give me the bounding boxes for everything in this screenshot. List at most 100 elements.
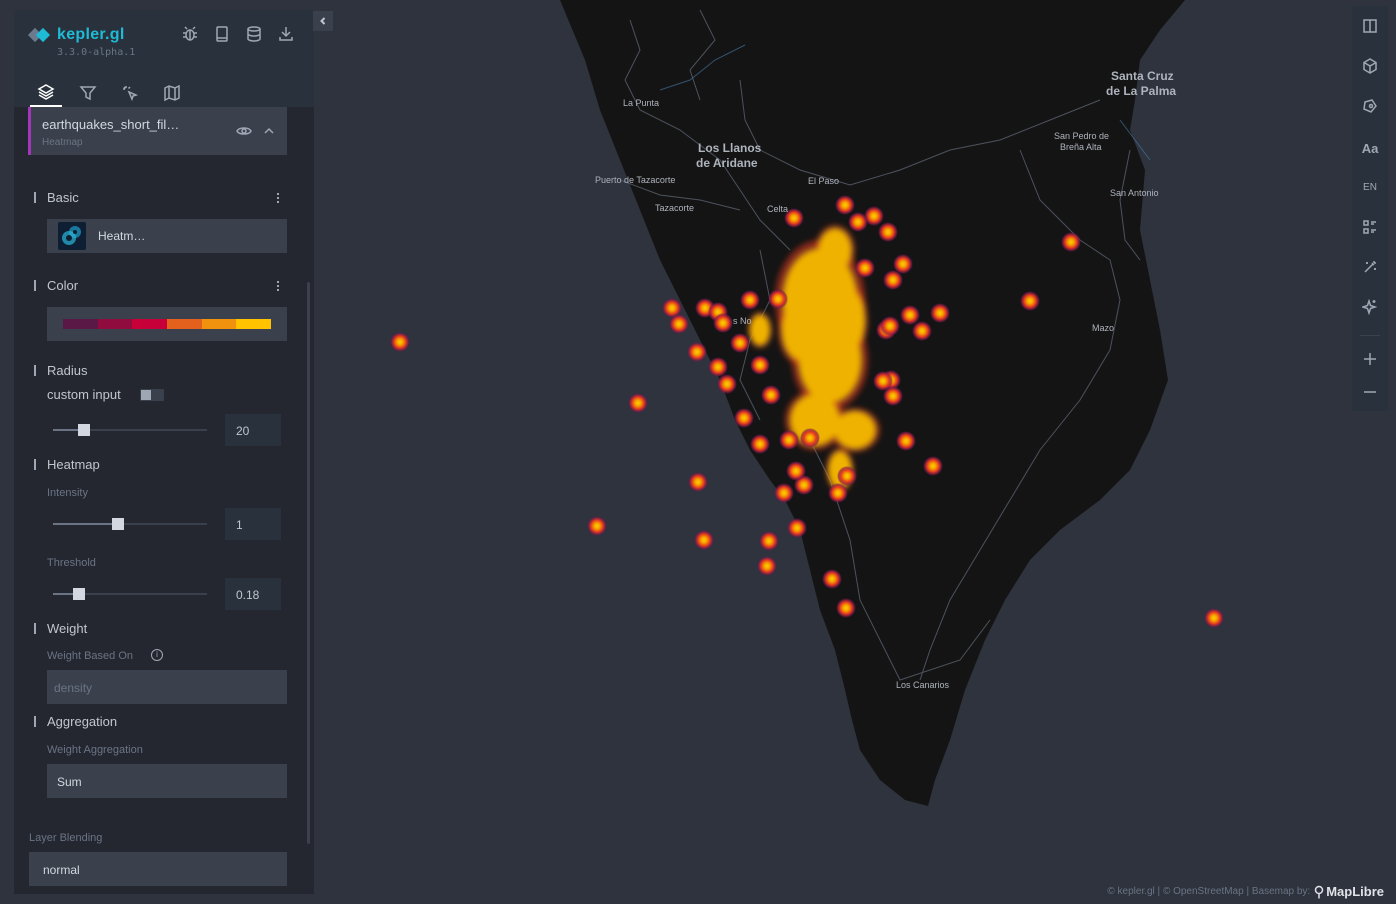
chevron-up-icon[interactable] xyxy=(262,124,276,138)
palette-swatch xyxy=(132,319,168,329)
heat-point xyxy=(880,316,900,336)
section-title-heatmap: Heatmap xyxy=(34,457,100,472)
collapse-sidebar-button[interactable] xyxy=(313,11,333,31)
export-icon[interactable] xyxy=(276,24,296,44)
heat-point xyxy=(883,386,903,406)
place-label-line: Santa Cruz xyxy=(1111,69,1174,83)
intensity-slider[interactable] xyxy=(53,517,207,531)
slider-handle[interactable] xyxy=(111,518,124,530)
app-logo: kepler.gl xyxy=(27,26,125,44)
chevron-left-icon xyxy=(320,17,326,25)
place-label: Mazo xyxy=(1092,323,1114,333)
slider-handle[interactable] xyxy=(73,588,86,600)
heat-point xyxy=(786,461,806,481)
place-label-line: San Pedro de xyxy=(1054,131,1109,141)
custom-input-toggle[interactable] xyxy=(140,389,164,401)
zoom-out-icon[interactable] xyxy=(1356,378,1384,406)
place-label: El Paso xyxy=(808,176,839,186)
heat-point xyxy=(837,466,857,486)
layer-legend-icon[interactable] xyxy=(1356,213,1384,241)
header-actions xyxy=(180,24,296,44)
heat-point xyxy=(896,431,916,451)
panel-header: kepler.gl 3.3.0-alpha.1 xyxy=(14,10,314,107)
weight-field-select[interactable]: density xyxy=(47,670,287,704)
layer-type-value: Heatm… xyxy=(98,229,146,243)
heat-point xyxy=(1020,291,1040,311)
maplibre-logo[interactable]: MapLibre xyxy=(1314,884,1384,899)
custom-input-label: custom input xyxy=(47,387,121,402)
more-options-icon[interactable] xyxy=(274,279,282,293)
place-label: Celta xyxy=(767,204,788,214)
heat-point xyxy=(708,357,728,377)
heat-point xyxy=(757,556,777,576)
heat-point xyxy=(750,355,770,375)
heat-point xyxy=(768,289,788,309)
heat-point xyxy=(390,332,410,352)
heat-point xyxy=(836,598,856,618)
heat-point xyxy=(835,195,855,215)
bug-report-icon[interactable] xyxy=(180,24,200,44)
heat-point xyxy=(912,321,932,341)
3d-view-icon[interactable] xyxy=(1356,52,1384,80)
zoom-in-icon[interactable] xyxy=(1356,345,1384,373)
basemap-tab[interactable] xyxy=(156,78,188,107)
place-label: La Punta xyxy=(623,98,659,108)
layer-blending-select[interactable]: normal xyxy=(29,852,287,886)
layer-name: earthquakes_short_fil… xyxy=(42,117,180,132)
palette-swatch xyxy=(97,319,133,329)
section-title-aggregation: Aggregation xyxy=(34,714,117,729)
place-label: Tazacorte xyxy=(655,203,694,213)
interactions-tab[interactable] xyxy=(114,78,146,107)
color-palette-selector[interactable] xyxy=(47,307,287,341)
place-label: s No xyxy=(733,316,752,326)
ai-assistant-icon[interactable] xyxy=(1356,293,1384,321)
section-title-weight: Weight xyxy=(34,621,87,636)
locale-toggle[interactable]: EN xyxy=(1356,173,1384,201)
effects-icon[interactable] xyxy=(1356,253,1384,281)
aggregation-select[interactable]: Sum xyxy=(47,764,287,798)
threshold-input[interactable]: 0.18 xyxy=(225,578,281,610)
intensity-input[interactable]: 1 xyxy=(225,508,281,540)
intensity-label: Intensity xyxy=(47,487,88,499)
split-map-icon[interactable] xyxy=(1356,12,1384,40)
filters-tab[interactable] xyxy=(72,78,104,107)
heat-point xyxy=(694,530,714,550)
place-label: Santa Cruz de La Palma xyxy=(1106,69,1177,98)
heat-point xyxy=(900,305,920,325)
heat-point xyxy=(730,333,750,353)
info-icon[interactable]: i xyxy=(151,649,163,661)
map-legend-text[interactable]: Aa xyxy=(1356,134,1384,162)
slider-handle[interactable] xyxy=(77,424,90,436)
layer-config-panel: earthquakes_short_fil… Heatmap Basic Hea… xyxy=(14,107,314,894)
threshold-label: Threshold xyxy=(47,557,96,569)
color-palette xyxy=(63,319,272,329)
draw-polygon-icon[interactable] xyxy=(1356,92,1384,120)
layer-type-selector[interactable]: Heatm… xyxy=(47,219,287,253)
visibility-eye-icon[interactable] xyxy=(236,124,252,138)
section-title-basic: Basic xyxy=(34,190,79,205)
docs-icon[interactable] xyxy=(212,24,232,44)
threshold-slider[interactable] xyxy=(53,587,207,601)
kepler-logo-icon xyxy=(27,27,52,43)
radius-input[interactable]: 20 xyxy=(225,414,281,446)
storage-icon[interactable] xyxy=(244,24,264,44)
place-label: San Antonio xyxy=(1110,188,1159,198)
map-controls: Aa EN xyxy=(1352,6,1388,411)
heat-point xyxy=(779,430,799,450)
section-title-color: Color xyxy=(34,278,78,293)
heat-point xyxy=(669,314,689,334)
heat-point xyxy=(923,456,943,476)
weight-aggregation-label: Weight Aggregation xyxy=(47,744,143,756)
palette-swatch xyxy=(201,319,237,329)
more-options-icon[interactable] xyxy=(274,191,282,205)
heat-point xyxy=(787,518,807,538)
radius-slider[interactable] xyxy=(53,423,207,437)
heat-point xyxy=(628,393,648,413)
heat-point xyxy=(713,313,733,333)
app-title: kepler.gl xyxy=(57,26,125,43)
layers-tab[interactable] xyxy=(30,78,62,107)
scrollbar[interactable] xyxy=(307,282,310,844)
attribution-text[interactable]: © kepler.gl | © OpenStreetMap | Basemap … xyxy=(1107,886,1310,897)
layer-header[interactable]: earthquakes_short_fil… Heatmap xyxy=(28,107,287,155)
place-label-line: de Aridane xyxy=(696,156,758,170)
